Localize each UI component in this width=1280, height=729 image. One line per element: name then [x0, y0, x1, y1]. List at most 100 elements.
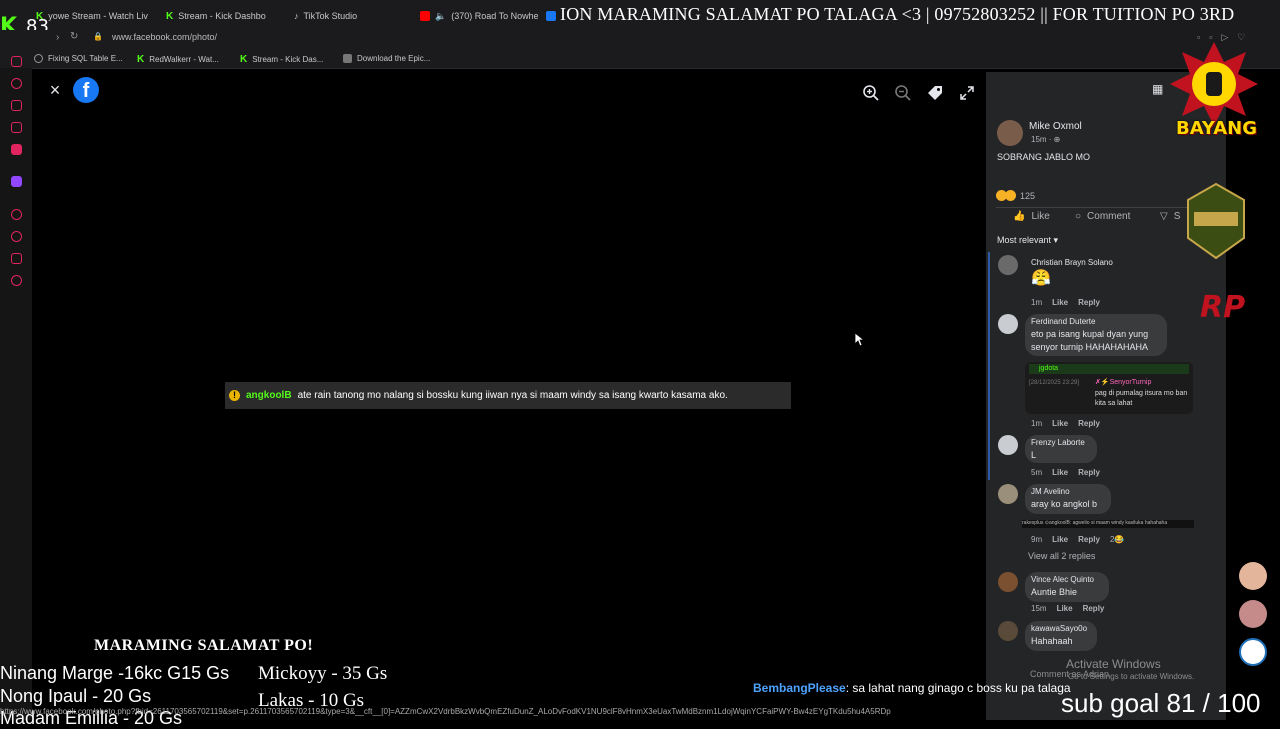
speaker-icon: 🔈: [435, 10, 447, 21]
globe-icon: [34, 54, 43, 63]
forward-icon[interactable]: ›: [56, 32, 59, 43]
lock-icon: 🔒: [93, 32, 103, 41]
comment-time: 15m: [1031, 604, 1047, 613]
browser-tab[interactable]: 🔈 (370) Road To Nowhe: [420, 6, 538, 26]
stream-avatar: [1239, 638, 1267, 666]
attachment-user: ✗⚡SenyorTurnip: [1095, 379, 1152, 386]
comment-author[interactable]: JM Avelino: [1031, 487, 1070, 496]
zoom-out-icon[interactable]: [894, 84, 912, 102]
warning-badge-icon: !: [229, 390, 240, 401]
twitch-icon[interactable]: [11, 176, 22, 187]
settings-icon[interactable]: [11, 275, 22, 286]
donation-title: MARAMING SALAMAT PO!: [94, 637, 314, 654]
bag-icon[interactable]: [11, 100, 22, 111]
url-input[interactable]: www.facebook.com/photo/: [112, 32, 217, 42]
comment-reply-button[interactable]: Reply: [1078, 468, 1100, 477]
chat-username: BembangPlease: [753, 681, 846, 695]
comment-reply-button[interactable]: Reply: [1078, 419, 1100, 428]
like-label: Like: [1031, 211, 1050, 222]
avatar[interactable]: [998, 435, 1018, 455]
close-button[interactable]: ×: [46, 81, 64, 99]
mouse-cursor-icon: [854, 332, 866, 352]
comment-reply-button[interactable]: Reply: [1083, 604, 1105, 613]
browser-tab[interactable]: K yowe Stream - Watch Liv: [36, 6, 148, 26]
comment-time: 1m: [1031, 419, 1043, 428]
comment-button[interactable]: ○ Comment: [1075, 211, 1130, 222]
comment-like-button[interactable]: Like: [1052, 535, 1068, 544]
bookmark-item[interactable]: K Stream - Kick Das...: [240, 54, 323, 65]
play-icon[interactable]: [11, 209, 22, 220]
sort-dropdown[interactable]: Most relevant ▾: [997, 235, 1058, 246]
rp-logo: RP: [1200, 290, 1246, 325]
view-replies-link[interactable]: View all 2 replies: [1028, 551, 1095, 561]
avatar[interactable]: [998, 572, 1018, 592]
haha-reaction-icon: [1005, 190, 1016, 201]
comment-meta: 5m Like Reply: [1031, 468, 1100, 477]
comment-like-button[interactable]: Like: [1057, 604, 1073, 613]
avatar[interactable]: [998, 621, 1018, 641]
sub-goal-counter: sub goal 81 / 100: [1061, 688, 1261, 718]
comment-reply-button[interactable]: Reply: [1078, 535, 1100, 544]
avatar[interactable]: [998, 484, 1018, 504]
messenger-icon[interactable]: [11, 144, 22, 155]
bookmark-item[interactable]: K RedWalkerr - Wat...: [137, 54, 219, 65]
comment-meta: 1m Like Reply: [1031, 298, 1100, 307]
comment-text: L: [1031, 450, 1037, 460]
donor-entry: Ninang Marge -16kc G15 Gs: [0, 663, 230, 683]
comment-author[interactable]: Ferdinand Duterte: [1031, 317, 1095, 326]
comment-author[interactable]: kawawaSayo0o: [1031, 624, 1087, 633]
comment-icon: ○: [1075, 211, 1082, 222]
mail-icon[interactable]: [11, 56, 22, 67]
browser-tab[interactable]: ♪ TikTok Studio: [294, 6, 406, 26]
stream-avatar: [1239, 600, 1267, 628]
chat-username: angkoolB: [246, 390, 292, 401]
comment-author[interactable]: Vince Alec Quinto: [1031, 575, 1094, 584]
history-icon[interactable]: [11, 78, 22, 89]
comment-text: Hahahaah: [1031, 636, 1073, 646]
comment-image-attachment[interactable]: rakesplus ⊙angkoolB: agwelio si maam win…: [1022, 520, 1194, 528]
tab-label: (370) Road To Nowhe: [451, 11, 538, 21]
comment-reaction-count[interactable]: 2😂: [1110, 535, 1124, 544]
bookmark-item[interactable]: Download the Epic...: [343, 54, 430, 63]
comment-meta: 1m Like Reply: [1031, 419, 1100, 428]
comment-time: 1m: [1031, 298, 1043, 307]
tab-label: TikTok Studio: [303, 11, 358, 21]
clock-icon[interactable]: [11, 231, 22, 242]
zoom-in-icon[interactable]: [862, 84, 880, 102]
notes-icon[interactable]: [11, 122, 22, 133]
bottom-chat-message: BembangPlease: sa lahat nang ginago c bo…: [753, 681, 1071, 695]
comment-like-button[interactable]: Like: [1052, 419, 1068, 428]
avatar[interactable]: [997, 120, 1023, 146]
tab-label: Stream - Kick Dashbo: [178, 11, 266, 21]
like-button[interactable]: 👍 Like: [1013, 211, 1050, 222]
bookmark-item[interactable]: Fixing SQL Table E...: [34, 54, 123, 63]
browser-tab-active[interactable]: [546, 6, 560, 26]
tag-icon[interactable]: [926, 84, 944, 102]
thumbs-up-icon: 👍: [1013, 211, 1026, 222]
comment-time: 5m: [1031, 468, 1043, 477]
comment-author[interactable]: Christian Brayn Solano: [1031, 258, 1113, 267]
comment-like-button[interactable]: Like: [1052, 468, 1068, 477]
avatar[interactable]: [998, 314, 1018, 334]
comment-meta: 9m Like Reply 2😂: [1031, 535, 1124, 544]
reload-icon[interactable]: ↻: [70, 31, 78, 42]
donor-entry: Mickoyy - 35 Gs: [258, 663, 388, 684]
comment-reply-button[interactable]: Reply: [1078, 298, 1100, 307]
share-label: S: [1173, 211, 1181, 222]
avatar[interactable]: [998, 255, 1018, 275]
post-author[interactable]: Mike Oxmol: [1029, 121, 1082, 132]
browser-sidebar: [0, 68, 32, 720]
reaction-summary[interactable]: 125: [996, 190, 1035, 201]
comment-like-button[interactable]: Like: [1052, 298, 1068, 307]
browser-tab[interactable]: K Stream - Kick Dashbo: [166, 6, 278, 26]
fullscreen-icon[interactable]: [958, 84, 976, 102]
menu-grid-icon[interactable]: ▦: [1152, 82, 1166, 96]
attachment-header: jgdota: [1029, 364, 1189, 374]
comment-author[interactable]: Frenzy Laborte: [1031, 438, 1085, 447]
share-button[interactable]: ▽ S: [1160, 211, 1180, 222]
facebook-icon: [546, 11, 556, 21]
tab-label: yowe Stream - Watch Liv: [48, 11, 148, 21]
facebook-logo[interactable]: f: [73, 77, 99, 103]
share-icon: ▽: [1160, 211, 1168, 222]
extensions-icon[interactable]: [11, 253, 22, 264]
